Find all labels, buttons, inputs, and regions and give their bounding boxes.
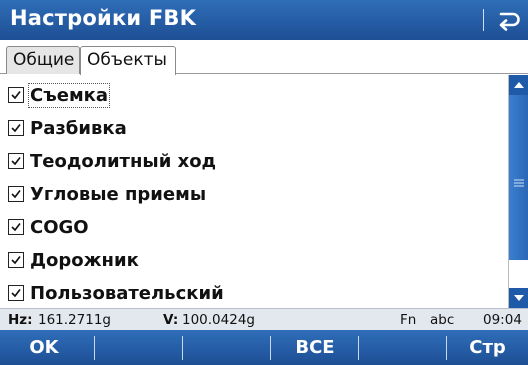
list-item-label: Съемка xyxy=(27,82,111,108)
list-item-user[interactable]: Пользовательский xyxy=(8,280,224,306)
checkbox-checked-icon[interactable] xyxy=(8,87,24,103)
status-bar: Hz: 161.2711g V: 100.0424g Fn abc 09:04 xyxy=(0,308,528,330)
tab-objects[interactable]: Объекты xyxy=(80,46,176,75)
list-item-stakeout[interactable]: Разбивка xyxy=(8,115,127,141)
scrollbar[interactable] xyxy=(508,75,528,308)
scroll-thumb[interactable] xyxy=(509,95,528,260)
ok-button[interactable]: OK xyxy=(0,330,88,365)
hz-value: 161.2711g xyxy=(38,312,111,328)
list-item-label: Пользовательский xyxy=(30,282,224,304)
softkey-bar: OK ВСЕ Стр xyxy=(0,330,528,365)
list-item-label: Разбивка xyxy=(30,117,127,139)
list-item-traverse[interactable]: Теодолитный ход xyxy=(8,148,216,174)
list-item-label: Дорожник xyxy=(30,249,139,271)
title-separator xyxy=(483,9,484,31)
checkbox-checked-icon[interactable] xyxy=(8,219,24,235)
list-item-label: COGO xyxy=(30,216,89,238)
title-bar: Настройки FBK xyxy=(0,0,528,40)
fn-indicator: Fn xyxy=(400,312,417,328)
back-return-icon[interactable] xyxy=(495,8,521,32)
window-title: Настройки FBK xyxy=(10,6,197,30)
softkey-2[interactable] xyxy=(95,330,183,365)
v-value: 100.0424g xyxy=(182,312,255,328)
tab-general[interactable]: Общие xyxy=(6,46,80,74)
checkbox-checked-icon[interactable] xyxy=(8,186,24,202)
page-button[interactable]: Стр xyxy=(447,330,528,365)
checkbox-checked-icon[interactable] xyxy=(8,285,24,301)
input-mode-indicator: abc xyxy=(430,312,455,328)
checkbox-checked-icon[interactable] xyxy=(8,153,24,169)
arrow-down-icon[interactable] xyxy=(509,288,528,308)
softkey-3[interactable] xyxy=(183,330,271,365)
list-item-survey[interactable]: Съемка xyxy=(8,82,111,108)
list-item-label: Теодолитный ход xyxy=(30,150,217,172)
arrow-up-icon[interactable] xyxy=(509,75,528,95)
object-list: Съемка Разбивка Теодолитный ход Угловые … xyxy=(0,75,508,308)
scroll-grip-icon xyxy=(514,172,524,187)
list-item-road[interactable]: Дорожник xyxy=(8,247,139,273)
list-item-label: Угловые приемы xyxy=(30,183,207,205)
clock: 09:04 xyxy=(483,312,522,328)
checkbox-checked-icon[interactable] xyxy=(8,252,24,268)
hz-label: Hz: xyxy=(8,312,33,328)
v-label: V: xyxy=(163,312,179,328)
list-item-cogo[interactable]: COGO xyxy=(8,214,89,240)
checkbox-checked-icon[interactable] xyxy=(8,120,24,136)
tab-strip: Общие Объекты xyxy=(0,40,528,75)
list-item-angle-sets[interactable]: Угловые приемы xyxy=(8,181,206,207)
all-button[interactable]: ВСЕ xyxy=(271,330,359,365)
softkey-5[interactable] xyxy=(359,330,447,365)
